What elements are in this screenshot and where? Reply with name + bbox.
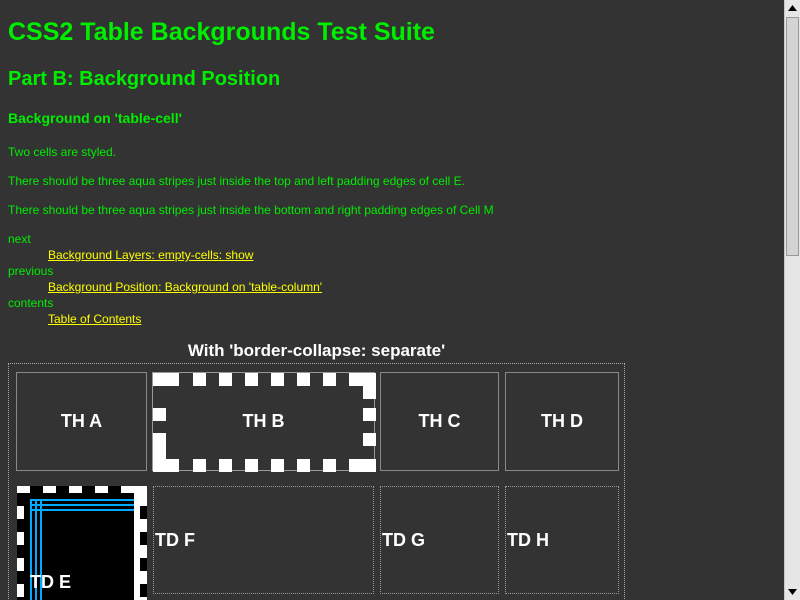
- vertical-scrollbar[interactable]: [784, 0, 800, 600]
- table-header-label: TH D: [541, 411, 583, 431]
- nav-contents-link[interactable]: Table of Contents: [48, 312, 141, 326]
- table-caption: With 'border-collapse: separate': [187, 341, 446, 360]
- test-table: TH A TH B TH C TH D TD E TD F TD G TD H: [8, 363, 625, 600]
- arrow-up-icon: [788, 5, 797, 11]
- paragraph-cell-m: There should be three aqua stripes just …: [8, 203, 494, 217]
- table-header-cell-b: TH B: [152, 372, 376, 472]
- page-viewport: CSS2 Table Backgrounds Test Suite Part B…: [0, 0, 784, 600]
- nav-contents-label: contents: [8, 296, 54, 310]
- section-heading: Background on 'table-cell': [8, 110, 182, 126]
- page-title: CSS2 Table Backgrounds Test Suite: [8, 18, 435, 46]
- table-header-cell-c: TH C: [380, 372, 499, 471]
- table-data-label: TD H: [507, 529, 549, 550]
- table-data-cell-h: TD H: [505, 486, 619, 594]
- paragraph-cells-styled: Two cells are styled.: [8, 145, 117, 159]
- paragraph-cell-e: There should be three aqua stripes just …: [8, 174, 465, 188]
- table-data-cell-e: TD E: [17, 486, 147, 600]
- table-header-label: TH C: [418, 411, 461, 431]
- scroll-down-button[interactable]: [785, 584, 800, 600]
- table-header-label: TH A: [60, 411, 103, 431]
- scroll-up-button[interactable]: [785, 0, 800, 16]
- table-data-label: TD G: [382, 529, 425, 550]
- nav-next-label: next: [8, 232, 31, 246]
- page-subtitle: Part B: Background Position: [8, 68, 281, 90]
- table-header-label: TH B: [242, 411, 285, 431]
- nav-previous-label: previous: [8, 264, 54, 278]
- nav-previous-link[interactable]: Background Position: Background on 'tabl…: [48, 280, 322, 294]
- nav-next-link[interactable]: Background Layers: empty-cells: show: [48, 248, 253, 262]
- table-data-label: TD E: [30, 572, 72, 592]
- arrow-down-icon: [788, 589, 797, 595]
- table-data-cell-g: TD G: [380, 486, 499, 594]
- scrollbar-thumb[interactable]: [786, 17, 799, 256]
- table-header-cell-d: TH D: [505, 372, 619, 471]
- table-header-cell-a: TH A: [16, 372, 147, 471]
- table-data-label: TD F: [155, 529, 195, 550]
- table-data-cell-f: TD F: [153, 486, 374, 594]
